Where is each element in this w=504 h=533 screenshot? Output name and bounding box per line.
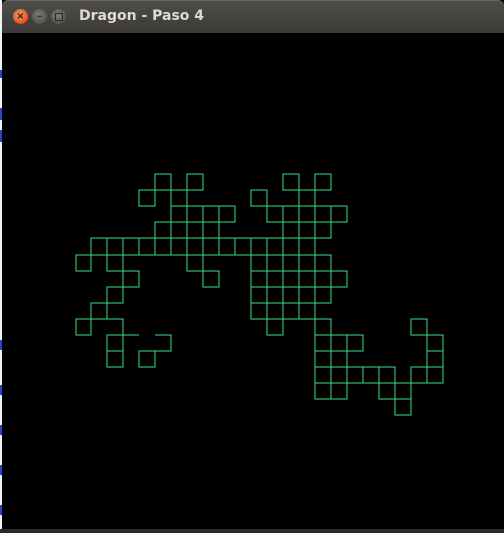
dragon-curve-group <box>75 173 444 416</box>
drawing-canvas <box>2 33 504 529</box>
dragon-curve-segment <box>250 173 348 223</box>
maximize-icon <box>54 12 63 21</box>
window-title: Dragon - Paso 4 <box>79 8 205 24</box>
dragon-curve-segment <box>347 318 444 416</box>
close-button[interactable]: × <box>13 9 28 24</box>
dragon-curve-segment <box>250 286 332 304</box>
dragon-curve-segment <box>250 302 316 336</box>
window-titlebar[interactable]: × – Dragon - Paso 4 <box>2 0 504 33</box>
dragon-curve-segment <box>170 221 236 288</box>
dragon-curve-segment <box>314 318 364 400</box>
taskbar-edge <box>0 529 504 533</box>
close-icon: × <box>16 10 25 22</box>
dragon-curve-segment <box>250 270 332 288</box>
dragon-curve-segment <box>138 173 236 223</box>
dragon-curve-drawing <box>75 173 444 416</box>
minimize-icon: – <box>37 10 42 22</box>
dragon-window: × – Dragon - Paso 4 <box>2 0 504 529</box>
minimize-button[interactable]: – <box>32 9 47 24</box>
dragon-curve-segment <box>75 221 172 288</box>
dragon-curve-segment <box>235 237 252 256</box>
maximize-button[interactable] <box>51 9 66 24</box>
dragon-curve-segment <box>75 286 172 368</box>
dragon-curve-segment <box>250 221 332 256</box>
